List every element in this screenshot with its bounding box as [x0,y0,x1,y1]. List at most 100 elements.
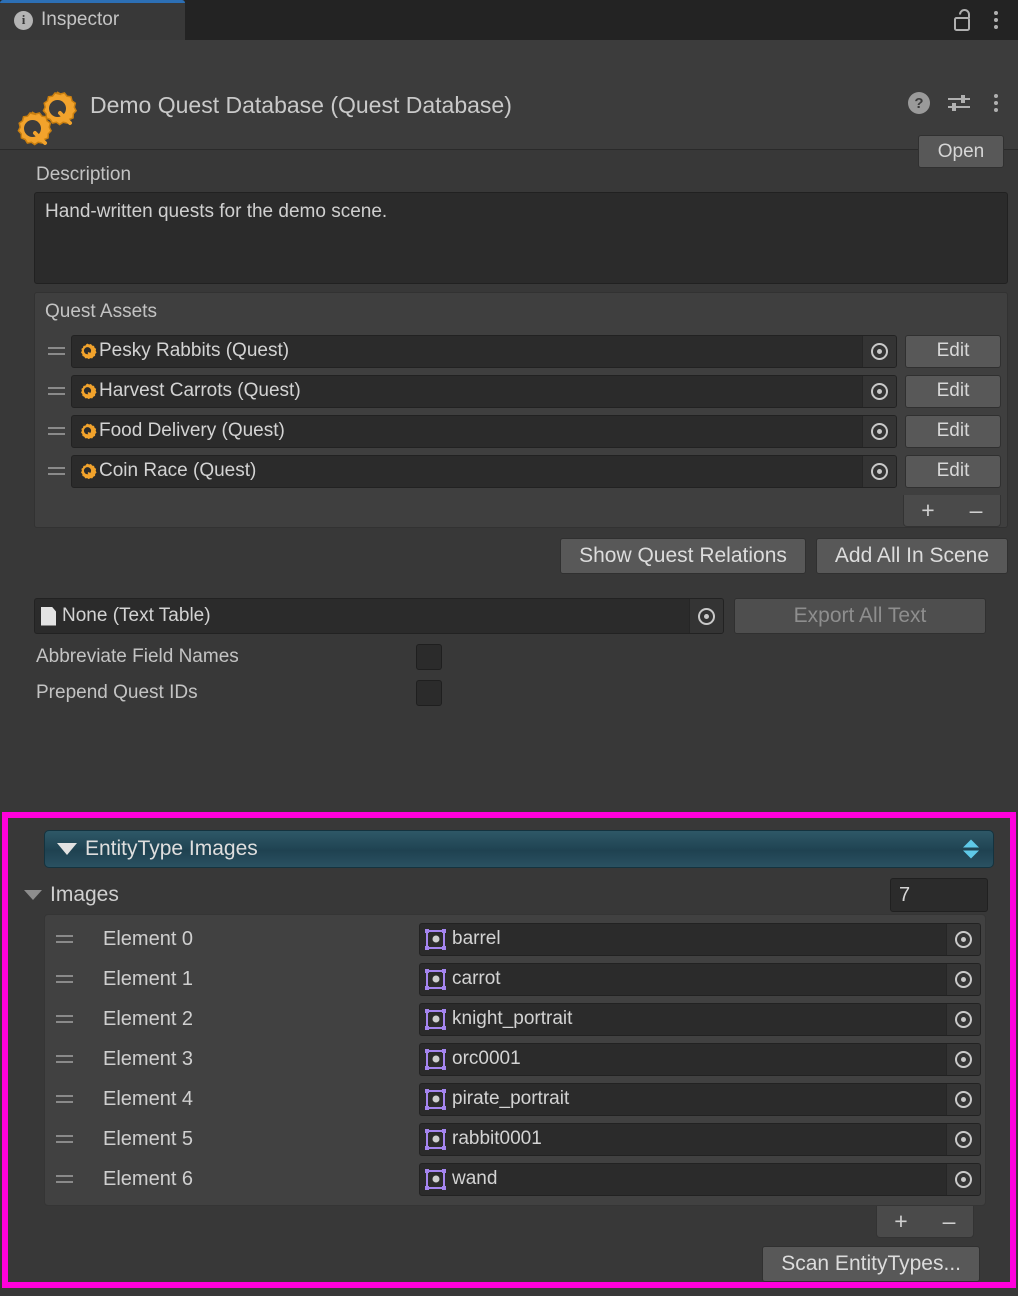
quest-gear-icon [81,383,97,399]
abbreviate-field-names-row: Abbreviate Field Names [36,644,1018,670]
object-picker-icon[interactable] [946,1003,980,1035]
quest-object-field[interactable]: Food Delivery (Quest) [71,414,897,448]
object-picker-icon[interactable] [946,1043,980,1075]
sprite-object-field[interactable]: orc0001 [419,1042,981,1076]
drag-handle-icon[interactable] [41,387,71,395]
edit-button[interactable]: Edit [905,454,1001,488]
sprite-icon [425,928,446,950]
edit-button[interactable]: Edit [905,374,1001,408]
prepend-quest-ids-row: Prepend Quest IDs [36,680,1018,706]
add-quest-button[interactable]: + [904,495,952,526]
object-header-actions: ? [908,92,1004,114]
drag-handle-icon[interactable] [49,1015,79,1023]
drag-handle-icon[interactable] [41,427,71,435]
page-title: Demo Quest Database (Quest Database) [90,92,512,118]
list-item: Element 4 pirate_portrait [49,1079,981,1119]
entity-type-images-highlight: EntityType Images Images 7 Element 0 bar… [2,812,1016,1288]
drag-handle-icon[interactable] [41,347,71,355]
tab-inspector[interactable]: i Inspector [0,0,185,40]
object-picker-icon[interactable] [946,963,980,995]
sprite-icon [425,1048,446,1070]
quest-list-add-remove: + – [35,495,1007,527]
element-label: Element 3 [103,1047,194,1070]
remove-image-button[interactable]: – [925,1206,973,1237]
help-circle-icon[interactable]: ? [908,92,930,114]
drag-handle-icon[interactable] [49,1055,79,1063]
inspector-tabbar: i Inspector [0,0,1018,40]
abbreviate-field-names-checkbox[interactable] [416,644,442,670]
images-count-field[interactable]: 7 [890,878,988,912]
text-table-value: None (Text Table) [62,605,211,626]
quest-action-buttons: Show Quest Relations Add All In Scene [0,538,1008,574]
drag-handle-icon[interactable] [41,467,71,475]
prepend-quest-ids-checkbox[interactable] [416,680,442,706]
abbreviate-field-names-label: Abbreviate Field Names [36,646,239,667]
sprite-icon [425,1008,446,1030]
quest-gear-icon [81,343,97,359]
element-label: Element 5 [103,1127,194,1150]
images-label: Images [50,883,119,906]
quest-gear-icon [81,463,97,479]
quest-assets-panel: Quest Assets Pesky Rabbits (Quest) Edit … [34,292,1008,528]
sprite-name: pirate_portrait [452,1088,570,1109]
object-picker-icon[interactable] [862,415,896,447]
object-picker-icon[interactable] [946,1123,980,1155]
sprite-name: knight_portrait [452,1008,573,1029]
kebab-menu-icon[interactable] [988,9,1004,31]
triangle-down-icon[interactable] [24,890,42,900]
description-textarea[interactable]: Hand-written quests for the demo scene. [34,192,1008,284]
sprite-object-field[interactable]: barrel [419,922,981,956]
entity-type-images-foldout[interactable]: EntityType Images [44,830,994,868]
drag-handle-icon[interactable] [49,935,79,943]
sprite-object-field[interactable]: knight_portrait [419,1002,981,1036]
object-picker-icon[interactable] [946,1163,980,1195]
table-row: Coin Race (Quest) Edit [41,451,1001,491]
sprite-object-field[interactable]: wand [419,1162,981,1196]
quest-name: Food Delivery (Quest) [99,420,285,441]
quest-name: Harvest Carrots (Quest) [99,380,301,401]
table-row: Pesky Rabbits (Quest) Edit [41,331,1001,371]
info-icon: i [14,10,33,30]
object-picker-icon[interactable] [862,335,896,367]
element-label: Element 2 [103,1007,194,1030]
add-image-button[interactable]: + [877,1206,925,1237]
tab-inspector-label: Inspector [41,9,120,30]
table-row: Food Delivery (Quest) Edit [41,411,1001,451]
remove-quest-button[interactable]: – [952,495,1000,526]
quest-object-field[interactable]: Coin Race (Quest) [71,454,897,488]
sprite-name: barrel [452,928,501,949]
show-quest-relations-button[interactable]: Show Quest Relations [560,538,806,574]
quest-object-field[interactable]: Pesky Rabbits (Quest) [71,334,897,368]
sprite-object-field[interactable]: carrot [419,962,981,996]
object-picker-icon[interactable] [946,1083,980,1115]
sort-up-down-icon[interactable] [963,839,979,859]
list-item: Element 2 knight_portrait [49,999,981,1039]
object-picker-icon[interactable] [689,599,723,633]
kebab-menu-icon[interactable] [988,92,1004,114]
export-all-text-button[interactable]: Export All Text [734,598,986,634]
drag-handle-icon[interactable] [49,975,79,983]
images-add-remove: + – [16,1206,980,1238]
object-picker-icon[interactable] [946,923,980,955]
sprite-object-field[interactable]: pirate_portrait [419,1082,981,1116]
drag-handle-icon[interactable] [49,1095,79,1103]
preset-sliders-icon[interactable] [946,92,972,114]
text-table-object-field[interactable]: None (Text Table) [34,598,724,634]
add-all-in-scene-button[interactable]: Add All In Scene [815,538,1008,574]
open-button[interactable]: Open [918,135,1004,168]
edit-button[interactable]: Edit [905,414,1001,448]
object-picker-icon[interactable] [862,375,896,407]
entity-type-images-title: EntityType Images [85,837,258,860]
object-picker-icon[interactable] [862,455,896,487]
drag-handle-icon[interactable] [49,1175,79,1183]
quest-name: Coin Race (Quest) [99,460,257,481]
quest-object-field[interactable]: Harvest Carrots (Quest) [71,374,897,408]
unlocked-padlock-icon[interactable] [952,8,974,32]
edit-button[interactable]: Edit [905,334,1001,368]
sprite-name: carrot [452,968,501,989]
element-label: Element 4 [103,1087,194,1110]
sprite-object-field[interactable]: rabbit0001 [419,1122,981,1156]
element-label: Element 0 [103,927,194,950]
drag-handle-icon[interactable] [49,1135,79,1143]
scan-entity-types-button[interactable]: Scan EntityTypes... [762,1246,980,1282]
